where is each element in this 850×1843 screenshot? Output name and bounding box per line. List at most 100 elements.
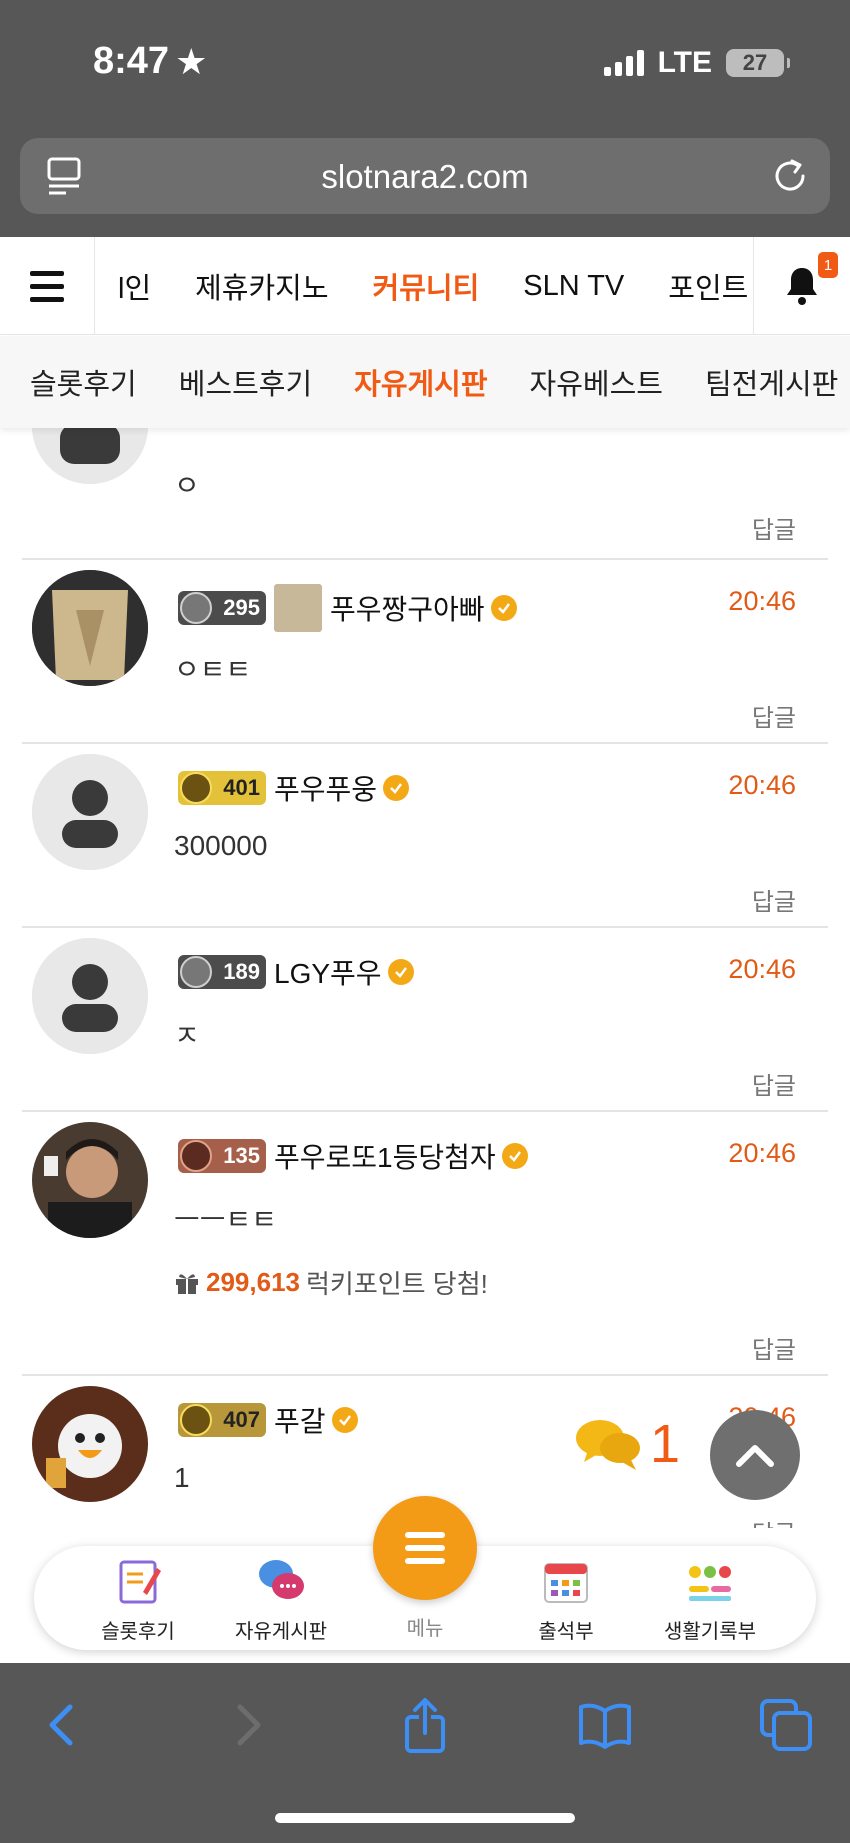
chevron-up-icon xyxy=(736,1445,774,1467)
url-bar[interactable]: slotnara2.com xyxy=(20,138,830,214)
comment-item: 295 푸우짱구아빠 20:46 ㅇㅌㅌ 답글 xyxy=(22,560,828,744)
browser-chrome-top: 8:47 ★ LTE 27 slotnara2.com xyxy=(0,0,850,237)
comment-meta: 295 푸우짱구아빠 xyxy=(178,584,517,632)
main-menu-item[interactable]: SLN TV xyxy=(523,270,624,303)
comment-text: ㅇ xyxy=(174,470,200,501)
notification-button[interactable]: 1 xyxy=(753,237,850,335)
sub-nav-item[interactable]: 베스트후기 xyxy=(179,361,312,403)
home-indicator xyxy=(275,1813,575,1823)
reply-button[interactable]: 답글 xyxy=(752,698,796,733)
verified-icon xyxy=(383,775,410,801)
nickname[interactable]: 푸갈 xyxy=(274,1400,326,1440)
sub-nav: 슬롯후기 베스트후기 자유게시판 자유베스트 팀전게시판 xyxy=(0,336,850,428)
lucky-points-label: 럭키포인트 당첨! xyxy=(305,1269,488,1299)
reply-button[interactable]: 답글 xyxy=(752,510,796,545)
gift-icon xyxy=(176,1273,198,1294)
lucky-points: 299,613 럭키포인트 당첨! xyxy=(174,1264,488,1301)
status-time: 8:47 ★ xyxy=(93,40,208,82)
level-icon xyxy=(180,1140,212,1172)
comment-time: 20:46 xyxy=(728,586,796,616)
avatar[interactable] xyxy=(32,1122,148,1238)
avatar-image xyxy=(32,1122,148,1238)
avatar[interactable] xyxy=(32,938,148,1054)
main-menu-item-active[interactable]: 커뮤니티 xyxy=(373,265,480,307)
avatar[interactable] xyxy=(32,754,148,870)
bottom-item-label: 생활기록부 xyxy=(664,1621,756,1643)
bottom-item-label: 출석부 xyxy=(538,1621,594,1643)
bottom-item-label: 슬롯후기 xyxy=(101,1621,175,1643)
nickname[interactable]: 푸우로또1등당첨자 xyxy=(274,1136,496,1176)
back-icon[interactable] xyxy=(34,1695,94,1755)
signal-icon xyxy=(603,50,644,76)
comment-meta: 407 푸갈 xyxy=(178,1400,358,1440)
comment-item: 189 LGY푸우 20:46 ㅈ 답글 xyxy=(22,928,828,1112)
emoji-record-icon xyxy=(689,1566,731,1601)
nickname[interactable]: 푸우푸웅 xyxy=(274,768,377,808)
site-main-nav: l인 제휴카지노 커뮤니티 SLN TV 포인트 1 xyxy=(0,237,850,335)
main-menu-item[interactable]: l인 xyxy=(118,265,151,307)
network-label: LTE xyxy=(657,46,712,79)
notepad-icon xyxy=(119,1560,161,1604)
calendar-icon xyxy=(544,1563,588,1603)
main-menu-item[interactable]: 포인트 xyxy=(668,265,748,307)
status-indicators: LTE 27 xyxy=(603,46,790,80)
main-menu: l인 제휴카지노 커뮤니티 SLN TV 포인트 xyxy=(96,237,752,335)
reply-button[interactable]: 답글 xyxy=(752,1066,796,1101)
bottom-item-attendance[interactable]: 출석부 xyxy=(496,1556,636,1644)
avatar[interactable] xyxy=(32,428,148,484)
nickname[interactable]: LGY푸우 xyxy=(274,952,382,992)
comment-item: 401 푸우푸웅 20:46 300000 답글 xyxy=(22,744,828,928)
tabs-icon[interactable] xyxy=(756,1695,816,1755)
avatar-image xyxy=(32,570,148,686)
sub-nav-item-active[interactable]: 자유게시판 xyxy=(354,361,487,403)
sub-nav-item[interactable]: 자유베스트 xyxy=(530,361,663,403)
sub-nav-item[interactable]: 팀전게시판 xyxy=(705,361,838,403)
level-badge: 189 xyxy=(178,955,266,989)
hamburger-button[interactable] xyxy=(0,237,95,335)
level-badge: 401 xyxy=(178,771,266,805)
nickname[interactable]: 푸우짱구아빠 xyxy=(330,588,485,628)
share-icon[interactable] xyxy=(395,1695,455,1755)
battery-icon: 27 xyxy=(726,49,790,77)
comment-text: 300000 xyxy=(174,830,268,861)
comment-text: ㅇㅌㅌ xyxy=(174,654,252,685)
level-icon xyxy=(180,956,212,988)
bottom-item-label: 자유게시판 xyxy=(235,1621,327,1643)
level-icon xyxy=(180,1404,212,1436)
comment-item: ㅇ 답글 xyxy=(22,428,828,560)
reply-button[interactable]: 답글 xyxy=(752,882,796,917)
bookmarks-icon[interactable] xyxy=(575,1695,635,1755)
forward-icon[interactable] xyxy=(216,1695,276,1755)
comment-time: 20:46 xyxy=(728,954,796,984)
comment-meta: 401 푸우푸웅 xyxy=(178,768,410,808)
comment-text: ㅡㅡㅌㅌ xyxy=(174,1204,278,1235)
verified-icon xyxy=(331,1407,358,1433)
lucky-points-value: 299,613 xyxy=(206,1267,300,1297)
comment-meta: 135 푸우로또1등당첨자 xyxy=(178,1136,528,1176)
default-user-icon xyxy=(32,938,148,1054)
comment-meta: 189 LGY푸우 xyxy=(178,952,414,992)
url-text[interactable]: slotnara2.com xyxy=(20,158,830,196)
avatar[interactable] xyxy=(32,1386,148,1502)
comment-time: 20:46 xyxy=(728,770,796,800)
scroll-top-button[interactable] xyxy=(710,1410,800,1500)
reload-icon[interactable] xyxy=(770,156,810,196)
comment-item: 135 푸우로또1등당첨자 20:46 ㅡㅡㅌㅌ 299,613 럭키포인트 당… xyxy=(22,1112,828,1376)
reply-button[interactable]: 답글 xyxy=(752,1330,796,1365)
bell-icon xyxy=(787,268,817,305)
menu-fab-button[interactable] xyxy=(373,1496,477,1600)
comment-count: 1 xyxy=(650,1414,681,1474)
level-icon xyxy=(180,592,212,624)
notification-badge: 1 xyxy=(818,252,838,278)
avatar[interactable] xyxy=(32,570,148,686)
main-menu-item[interactable]: 제휴카지노 xyxy=(195,265,328,307)
comment-list: ㅇ 답글 295 푸우짱구아빠 20:46 ㅇㅌㅌ 답글 401 푸우푸웅 20… xyxy=(0,428,850,1528)
reply-button[interactable]: 답글 xyxy=(752,1514,796,1528)
bottom-item-free-board[interactable]: 자유게시판 xyxy=(211,1556,351,1644)
sub-nav-item[interactable]: 슬롯후기 xyxy=(30,361,137,403)
avatar-image xyxy=(32,1386,148,1502)
bottom-item-life-record[interactable]: 생활기록부 xyxy=(640,1556,780,1644)
comment-count-button[interactable]: 1 xyxy=(574,1413,680,1475)
bottom-item-slot-review[interactable]: 슬롯후기 xyxy=(68,1556,208,1644)
level-icon xyxy=(180,772,212,804)
